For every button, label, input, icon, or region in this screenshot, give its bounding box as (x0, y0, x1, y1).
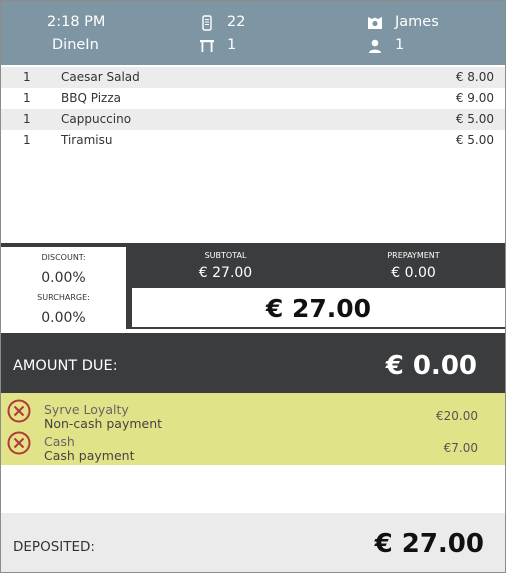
order-item-row[interactable]: 1 Tiramisu € 5.00 (1, 130, 505, 151)
discount-label: DISCOUNT: (41, 253, 86, 262)
order-item-row[interactable]: 1 Caesar Salad € 8.00 (1, 67, 505, 88)
table-icon (200, 40, 214, 52)
order-total-box: € 27.00 (132, 288, 505, 327)
subtotal-value: € 27.00 (198, 265, 253, 281)
item-price: € 5.00 (455, 112, 494, 126)
person-icon (369, 39, 381, 53)
prepayment-value: € 0.00 (391, 265, 436, 281)
phone-icon (202, 15, 212, 31)
deposited-value: € 27.00 (374, 529, 484, 559)
deposited-label: DEPOSITED: (13, 539, 95, 555)
payment-item[interactable]: Syrve Loyalty Non-cash payment €20.00 (1, 396, 505, 431)
item-price: € 8.00 (455, 70, 494, 84)
prepayment-label: PREPAYMENT (387, 251, 440, 260)
item-quantity: 1 (23, 70, 31, 84)
amount-due-value: € 0.00 (385, 351, 477, 381)
waiter-icon (368, 17, 382, 29)
amount-due-bar: AMOUNT DUE: € 0.00 (1, 333, 505, 393)
deposited-bar: DEPOSITED: € 27.00 (1, 513, 505, 572)
surcharge-label: SURCHARGE: (37, 293, 90, 302)
guest-count: 22 (227, 14, 246, 30)
order-item-row[interactable]: 1 BBQ Pizza € 9.00 (1, 88, 505, 109)
payment-amount: €20.00 (436, 409, 478, 423)
payment-name: Cash (44, 434, 75, 449)
payment-item[interactable]: Cash Cash payment €7.00 (1, 428, 505, 463)
item-name: Cappuccino (61, 112, 132, 126)
surcharge-value: 0.00% (41, 310, 86, 326)
item-quantity: 1 (23, 112, 31, 126)
item-name: BBQ Pizza (61, 91, 121, 105)
amount-due-label: AMOUNT DUE: (13, 358, 118, 374)
item-price: € 5.00 (455, 133, 494, 147)
payment-amount: €7.00 (443, 441, 478, 455)
order-total: € 27.00 (265, 294, 372, 323)
totals-panel: DISCOUNT: 0.00% SURCHARGE: 0.00% SUBTOTA… (1, 243, 505, 329)
discount-surcharge-box[interactable]: DISCOUNT: 0.00% SURCHARGE: 0.00% (1, 247, 126, 329)
order-time: 2:18 PM (47, 14, 106, 30)
discount-value: 0.00% (41, 270, 86, 286)
item-quantity: 1 (23, 91, 31, 105)
order-panel: 2:18 PM DineIn 22 1 James 1 1 Caesar Sal… (0, 0, 506, 573)
remove-circle-icon[interactable] (7, 399, 31, 423)
order-item-row[interactable]: 1 Cappuccino € 5.00 (1, 109, 505, 130)
subtotal-label: SUBTOTAL (204, 251, 247, 260)
person-count: 1 (395, 37, 405, 53)
payments-list: Syrve Loyalty Non-cash payment €20.00 Ca… (1, 393, 505, 465)
item-quantity: 1 (23, 133, 31, 147)
payment-type: Cash payment (44, 448, 135, 463)
item-price: € 9.00 (455, 91, 494, 105)
waiter-name: James (395, 14, 439, 30)
order-items-list: 1 Caesar Salad € 8.00 1 BBQ Pizza € 9.00… (1, 67, 505, 151)
order-header: 2:18 PM DineIn 22 1 James 1 (1, 1, 505, 65)
table-number: 1 (227, 37, 237, 53)
item-name: Caesar Salad (61, 70, 140, 84)
order-type: DineIn (52, 37, 99, 53)
payment-name: Syrve Loyalty (44, 402, 129, 417)
item-name: Tiramisu (61, 133, 113, 147)
remove-circle-icon[interactable] (7, 431, 31, 455)
